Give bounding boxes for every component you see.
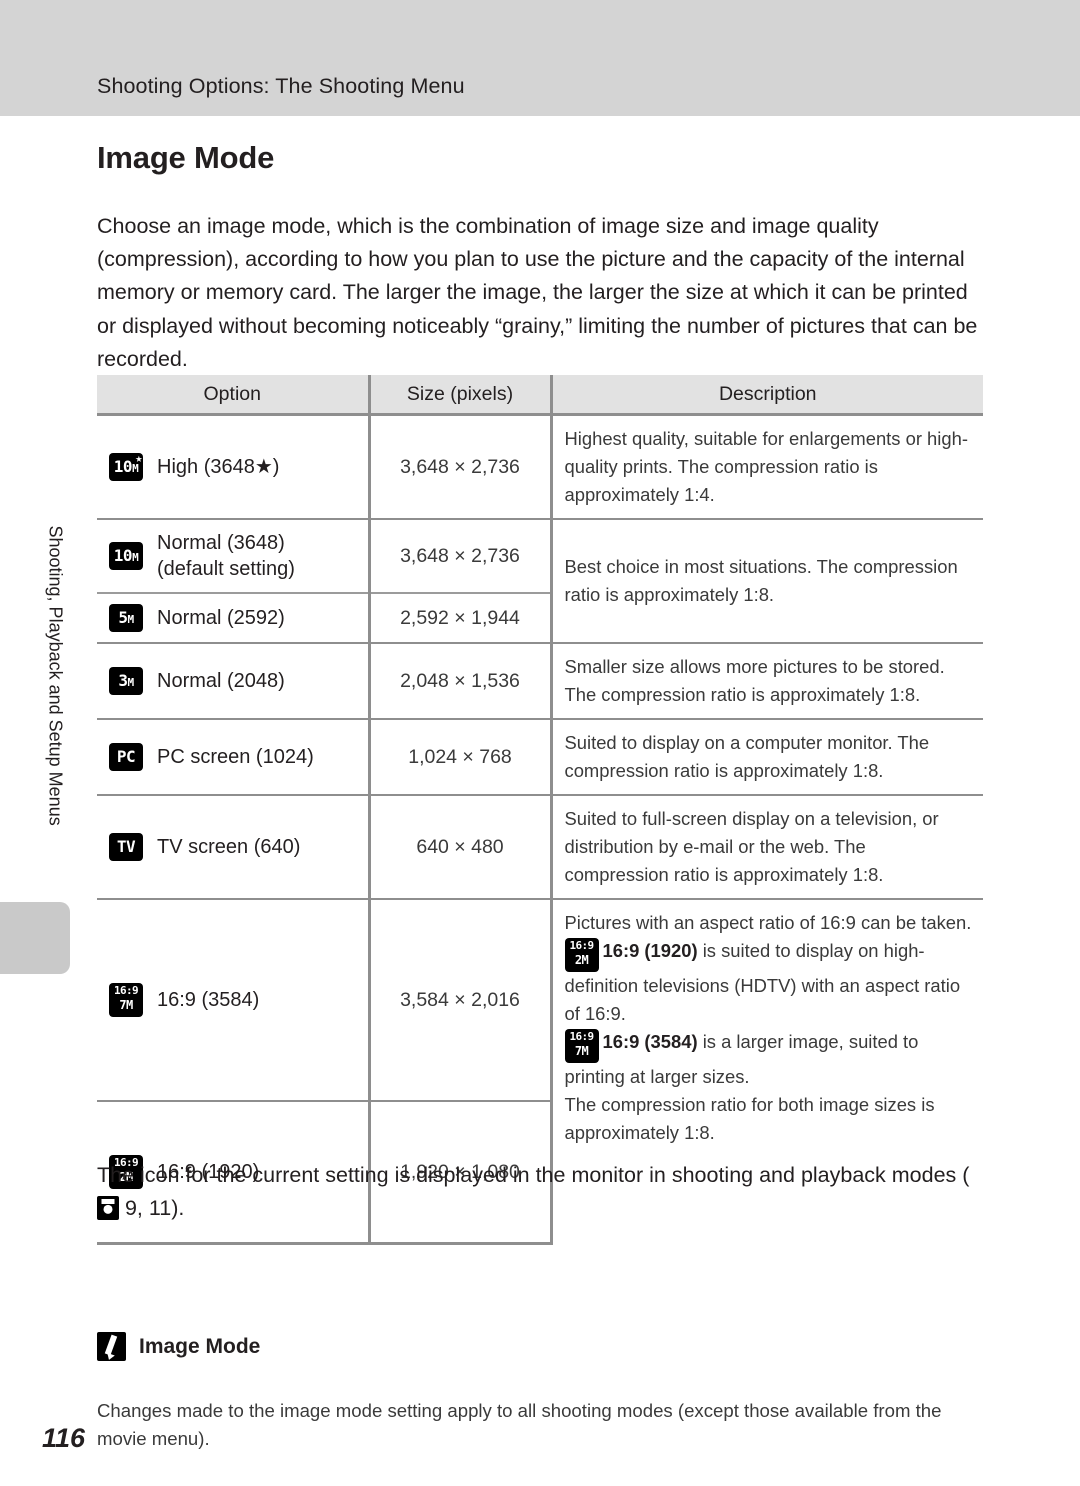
after-table-line1: The icon for the current setting is disp… [97,1162,795,1187]
image-mode-icon-169-7m: 16:9 7M [109,983,143,1017]
option-label: TV screen (640) [157,836,301,858]
column-header-description: Description [549,375,983,416]
icon-main-text: PC [116,747,136,766]
desc-bold-b: 16:9 (3584) [602,1031,698,1052]
option-label-line1: Normal (3648) [157,532,285,554]
cell-description: Suited to display on a computer monitor.… [549,718,983,795]
option-label: PC screen (1024) [157,746,314,768]
section-thumb-tab [0,902,70,974]
icon-line1: 16:9 [113,984,139,997]
after-table-paragraph: The icon for the current setting is disp… [97,1159,989,1225]
icon-line2: 7M [119,998,133,1012]
image-mode-icon-169-2m-inline: 16:9 2M [564,938,599,972]
option-label: 16:9 (3584) [157,989,260,1011]
intro-paragraph: Choose an image mode, which is the combi… [97,213,978,372]
icon-line1: 16:9 [569,1030,594,1043]
icon-sub-text: M [127,676,135,689]
icon-line2: 2M [574,953,589,967]
icon-line1: 16:9 [569,939,594,952]
image-mode-icon-169-7m-inline: 16:9 7M [564,1029,599,1063]
cell-description: Suited to full-screen display on a telev… [549,794,983,899]
cell-option: PC PC screen (1024) [97,718,369,795]
icon-main-text: 3 [118,671,128,690]
icon-main-text: 5 [118,608,128,627]
cell-size: 3,584 × 2,016 [367,898,551,1101]
note-title: Image Mode [139,1334,261,1358]
option-label: Normal (2592) [157,607,285,629]
cell-description: Smaller size allows more pictures to be … [549,642,983,719]
page-number: 116 [42,1423,86,1453]
cell-description: Highest quality, suitable for enlargemen… [549,413,983,519]
image-mode-icon-tv: TV [109,833,143,861]
option-label: High (3648★) [157,456,280,478]
column-header-option: Option [97,375,369,416]
icon-main-text: 10 [113,457,133,476]
cell-option: TV TV screen (640) [97,794,369,899]
cell-description-merged: Best choice in most situations. The comp… [549,518,983,643]
table-row: 10M Normal (3648) (default setting) 3,64… [97,518,983,643]
cell-size: 3,648 × 2,736 [367,518,551,593]
icon-main-text: TV [116,837,136,856]
cell-size: 2,592 × 1,944 [367,592,551,643]
reference-book-icon [97,1195,119,1220]
cell-option: 16:9 7M 16:9 (3584) [97,898,369,1101]
desc-line-1: Pictures with an aspect ratio of 16:9 ca… [564,912,972,933]
option-label: Normal (2048) [157,670,285,692]
cell-size: 640 × 480 [367,794,551,899]
icon-sub-text: M [132,551,139,564]
column-header-size: Size (pixels) [367,375,551,416]
table-row: TV TV screen (640) 640 × 480 Suited to f… [97,794,983,899]
cell-option: 5M Normal (2592) [97,592,369,643]
table-row: 10M ★ High (3648★) 3,648 × 2,736 Highest … [97,413,983,519]
table-row: PC PC screen (1024) 1,024 × 768 Suited t… [97,718,983,795]
table-header-row: Option Size (pixels) Description [97,375,983,416]
image-mode-icon-10m-star: 10M ★ [109,451,143,481]
image-mode-icon-pc: PC [109,743,143,771]
star-icon: ★ [135,451,142,465]
desc-line-4: The compression ratio for both image siz… [564,1094,935,1143]
running-header-title: Shooting Options: The Shooting Menu [97,74,465,98]
cell-option: 10M ★ High (3648★) [97,413,369,519]
cell-size: 3,648 × 2,736 [367,413,551,519]
note-body: Changes made to the image mode setting a… [97,1399,942,1449]
after-table-line3: 9, 11). [119,1195,185,1220]
pencil-note-icon [97,1332,126,1361]
after-table-line2: playback modes ( [800,1162,970,1187]
cell-size: 1,024 × 768 [367,718,551,795]
cell-option: 10M Normal (3648) (default setting) [97,518,369,593]
image-mode-icon-10m: 10M [109,542,143,570]
cell-option: 3M Normal (2048) [97,642,369,719]
sidebar-section-label: Shooting, Playback and Setup Menus [45,525,66,826]
desc-bold-a: 16:9 (1920) [602,940,698,961]
table-row: 3M Normal (2048) 2,048 × 1,536 Smaller s… [97,642,983,719]
note-heading: Image Mode [97,1332,260,1361]
table-row: 16:9 7M 16:9 (3584) 3,584 × 2,016 Pictur… [97,898,983,1244]
image-mode-table: Option Size (pixels) Description 10M ★ Hi… [97,375,983,1245]
image-mode-icon-3m: 3M [109,667,143,695]
icon-main-text: 10 [113,546,133,565]
page-title: Image Mode [97,140,275,175]
image-mode-icon-5m: 5M [109,604,143,632]
cell-size: 2,048 × 1,536 [367,642,551,719]
icon-line2: 7M [574,1044,589,1058]
option-label-line2: (default setting) [157,558,295,580]
icon-sub-text: M [127,613,135,626]
